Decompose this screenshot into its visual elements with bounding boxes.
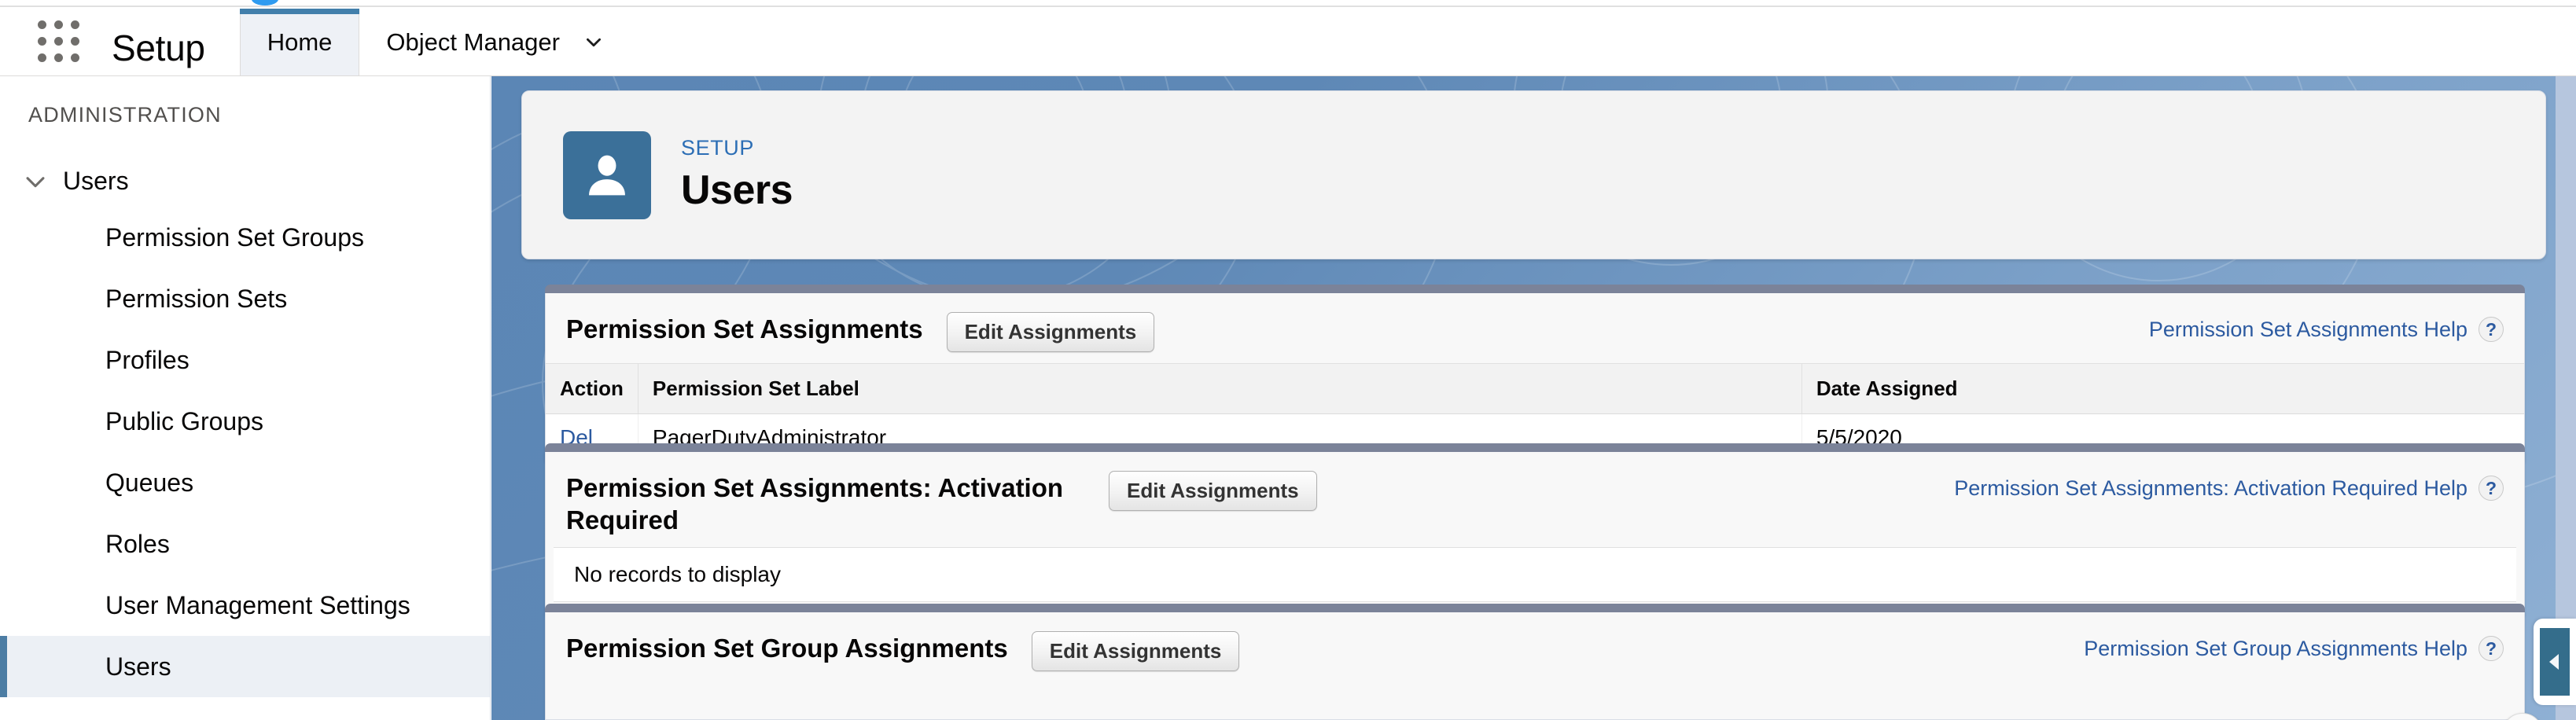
tab-home-label: Home xyxy=(267,28,333,56)
sidebar-item-permission-set-groups[interactable]: Permission Set Groups xyxy=(0,207,490,268)
panel-help-group: Permission Set Group Assignments Help ? xyxy=(2084,626,2504,661)
page-header-text: SETUP Users xyxy=(681,136,793,214)
activation-required-help-link[interactable]: Permission Set Assignments: Activation R… xyxy=(1954,476,2467,501)
panel-header: Permission Set Assignments: Activation R… xyxy=(546,452,2524,547)
sidebar-item-permission-sets[interactable]: Permission Sets xyxy=(0,268,490,329)
empty-state-message: No records to display xyxy=(554,547,2516,603)
app-launcher-grid-icon[interactable] xyxy=(38,20,82,64)
sidebar-group-label: Users xyxy=(63,167,129,195)
sidebar-item-roles[interactable]: Roles xyxy=(0,513,490,575)
sidebar-item-public-groups[interactable]: Public Groups xyxy=(0,391,490,452)
user-avatar-icon xyxy=(563,130,651,219)
column-header-action: Action xyxy=(546,363,638,414)
sidebar-item-label: User Management Settings xyxy=(105,590,410,619)
content-area: SETUP Users Permission Set Assignments E… xyxy=(491,76,2576,720)
panel-permission-set-group-assignments: Permission Set Group Assignments Edit As… xyxy=(545,604,2525,720)
sidebar-item-label: Roles xyxy=(105,529,170,558)
sidebar-item-label: Queues xyxy=(105,468,194,497)
tab-object-manager-label: Object Manager xyxy=(386,28,560,56)
sidebar-item-label: Permission Set Groups xyxy=(105,222,365,252)
column-header-permission-set-label: Permission Set Label xyxy=(638,363,1802,414)
column-header-date-assigned: Date Assigned xyxy=(1801,363,2524,414)
sidebar-item-queues[interactable]: Queues xyxy=(0,452,490,513)
panel-header: Permission Set Group Assignments Edit As… xyxy=(546,612,2524,682)
page-header-card: SETUP Users xyxy=(521,90,2546,259)
sidebar-item-profiles[interactable]: Profiles xyxy=(0,329,490,391)
chevron-down-icon[interactable] xyxy=(583,32,604,53)
tab-object-manager[interactable]: Object Manager xyxy=(359,9,640,75)
panel-title: Permission Set Group Assignments xyxy=(566,634,1008,663)
browser-chrome-sliver xyxy=(0,0,2576,7)
favicon-icon xyxy=(252,0,278,6)
main-region: ADMINISTRATION Users Permission Set Grou… xyxy=(0,76,2576,720)
panel-title: Permission Set Assignments: Activation R… xyxy=(566,473,1064,534)
permission-set-group-assignments-help-link[interactable]: Permission Set Group Assignments Help xyxy=(2084,637,2467,661)
setup-title: Setup xyxy=(112,28,205,68)
edit-assignments-button[interactable]: Edit Assignments xyxy=(1031,631,1240,671)
panel-title: Permission Set Assignments xyxy=(566,314,923,343)
sidebar-item-label: Profiles xyxy=(105,345,190,374)
panel-help-group: Permission Set Assignments: Activation R… xyxy=(1954,466,2504,501)
setup-sidebar: ADMINISTRATION Users Permission Set Grou… xyxy=(0,76,491,720)
chevron-left-icon xyxy=(2540,628,2570,696)
panel-help-group: Permission Set Assignments Help ? xyxy=(2149,307,2504,342)
edit-assignments-button[interactable]: Edit Assignments xyxy=(946,312,1155,352)
sidebar-item-label: Permission Sets xyxy=(105,284,288,313)
help-icon[interactable]: ? xyxy=(2478,476,2504,501)
permission-set-assignments-help-link[interactable]: Permission Set Assignments Help xyxy=(2149,318,2467,342)
table-header-row: Action Permission Set Label Date Assigne… xyxy=(546,363,2524,414)
nav-tabs: Home Object Manager xyxy=(239,9,640,75)
panel-header: Permission Set Assignments Edit Assignme… xyxy=(546,293,2524,363)
global-header: Setup Home Object Manager xyxy=(0,9,2576,75)
page-title: Users xyxy=(681,167,793,213)
chevron-down-icon xyxy=(22,168,49,195)
panel-activation-required: Permission Set Assignments: Activation R… xyxy=(545,443,2525,616)
sidebar-item-label: Users xyxy=(105,652,171,681)
help-icon[interactable]: ? xyxy=(2478,317,2504,342)
page-eyebrow: SETUP xyxy=(681,136,755,160)
help-icon[interactable]: ? xyxy=(2478,636,2504,661)
sidebar-item-label: Public Groups xyxy=(105,406,263,435)
panel-permission-set-assignments: Permission Set Assignments Edit Assignme… xyxy=(545,285,2525,462)
sidebar-item-user-management-settings[interactable]: User Management Settings xyxy=(0,575,490,636)
tab-home[interactable]: Home xyxy=(239,9,360,75)
collapse-panel-toggle[interactable] xyxy=(2534,619,2576,705)
sidebar-section-title: ADMINISTRATION xyxy=(28,103,222,127)
edit-assignments-button[interactable]: Edit Assignments xyxy=(1109,471,1317,511)
sidebar-item-users[interactable]: Users xyxy=(0,636,490,697)
sidebar-group-users[interactable]: Users xyxy=(0,156,490,207)
